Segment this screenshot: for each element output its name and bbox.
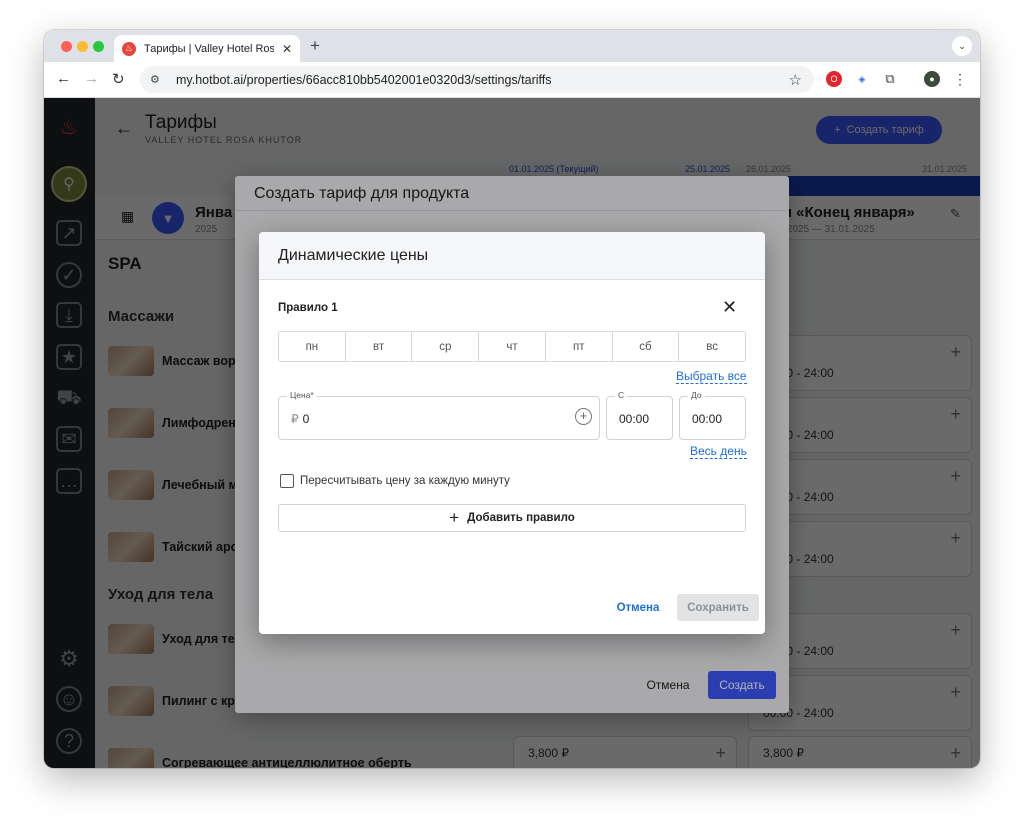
- puzzle-extension-icon[interactable]: ⧉: [882, 71, 898, 87]
- cancel-button[interactable]: Отмена: [608, 594, 668, 621]
- tab-title: Тарифы | Valley Hotel Rosa K: [144, 42, 274, 55]
- day-toggle-wed[interactable]: ср: [411, 332, 478, 361]
- price-field[interactable]: Цена* ₽0 +: [278, 390, 600, 440]
- day-toggle-sat[interactable]: сб: [611, 332, 679, 361]
- time-to-field[interactable]: До 00:00: [679, 390, 746, 440]
- browser-menu-icon[interactable]: ⋮: [952, 71, 968, 87]
- site-settings-icon[interactable]: ⚙: [150, 73, 164, 86]
- minimize-window-button[interactable]: [77, 41, 88, 52]
- browser-window: ♨ Тарифы | Valley Hotel Rosa K ✕ + ⌄ ← →…: [44, 30, 980, 768]
- all-day-link[interactable]: Весь день: [690, 444, 747, 459]
- browser-tab[interactable]: ♨ Тарифы | Valley Hotel Rosa K ✕: [114, 35, 300, 62]
- plus-icon: +: [449, 508, 460, 527]
- weekday-selector: пн вт ср чт пт сб вс: [278, 331, 746, 362]
- time-to-value: 00:00: [692, 412, 723, 426]
- add-rule-label: Добавить правило: [467, 512, 575, 524]
- tag-extension-icon[interactable]: ◈: [854, 71, 870, 87]
- new-tab-icon[interactable]: +: [310, 36, 320, 56]
- dialog-header: Динамические цены: [259, 232, 765, 280]
- add-price-plus-icon[interactable]: +: [575, 408, 592, 425]
- price-value: 0: [302, 412, 310, 426]
- recalc-per-minute-label: Пересчитывать цену за каждую минуту: [300, 475, 510, 487]
- day-toggle-fri[interactable]: пт: [544, 332, 612, 361]
- price-input[interactable]: ₽0: [291, 412, 309, 426]
- save-button[interactable]: Сохранить: [677, 594, 759, 621]
- time-from-field[interactable]: С 00:00: [606, 390, 673, 440]
- tab-strip: ♨ Тарифы | Valley Hotel Rosa K ✕ + ⌄: [44, 30, 980, 62]
- day-toggle-tue[interactable]: вт: [344, 332, 412, 361]
- back-icon[interactable]: ←: [56, 70, 71, 87]
- time-from-value: 00:00: [619, 412, 650, 426]
- opera-extension-icon[interactable]: O: [826, 71, 842, 87]
- tab-search-icon[interactable]: ⌄: [952, 36, 972, 56]
- browser-toolbar: ← → ↻ ⚙ my.hotbot.ai/properties/66acc810…: [44, 62, 980, 98]
- dynamic-prices-dialog: Динамические цены Правило 1 ✕ пн вт ср ч…: [259, 232, 765, 634]
- maximize-window-button[interactable]: [93, 41, 104, 52]
- time-from-label: С: [615, 390, 628, 400]
- url-text: my.hotbot.ai/properties/66acc810bb540200…: [176, 72, 552, 87]
- add-rule-button[interactable]: + Добавить правило: [278, 504, 746, 532]
- close-window-button[interactable]: [61, 41, 72, 52]
- address-bar[interactable]: ⚙ my.hotbot.ai/properties/66acc810bb5402…: [140, 66, 814, 93]
- close-tab-icon[interactable]: ✕: [282, 42, 292, 56]
- rule-label: Правило 1: [278, 302, 338, 314]
- dialog-title: Динамические цены: [278, 247, 429, 264]
- time-to-label: До: [688, 390, 705, 400]
- day-toggle-mon[interactable]: пн: [279, 332, 345, 361]
- recalc-per-minute-checkbox[interactable]: [280, 474, 294, 488]
- profile-avatar-icon[interactable]: ●: [924, 71, 940, 87]
- select-all-link[interactable]: Выбрать все: [676, 369, 747, 384]
- forward-icon[interactable]: →: [84, 70, 99, 87]
- remove-rule-close-icon[interactable]: ✕: [722, 297, 737, 318]
- flame-icon: ♨: [122, 41, 136, 56]
- currency-sign: ₽: [291, 412, 299, 426]
- day-toggle-sun[interactable]: вс: [678, 332, 745, 361]
- app-page: ♨ ⚲ ↗ ✓ ⤓ ★ ⛟ ✉ … ⚙ ☺ ? ← Тарифы VALLEY …: [44, 98, 980, 768]
- day-toggle-thu[interactable]: чт: [478, 332, 545, 361]
- bookmark-star-icon[interactable]: ☆: [789, 71, 802, 89]
- price-label: Цена*: [287, 390, 317, 400]
- reload-icon[interactable]: ↻: [112, 70, 125, 88]
